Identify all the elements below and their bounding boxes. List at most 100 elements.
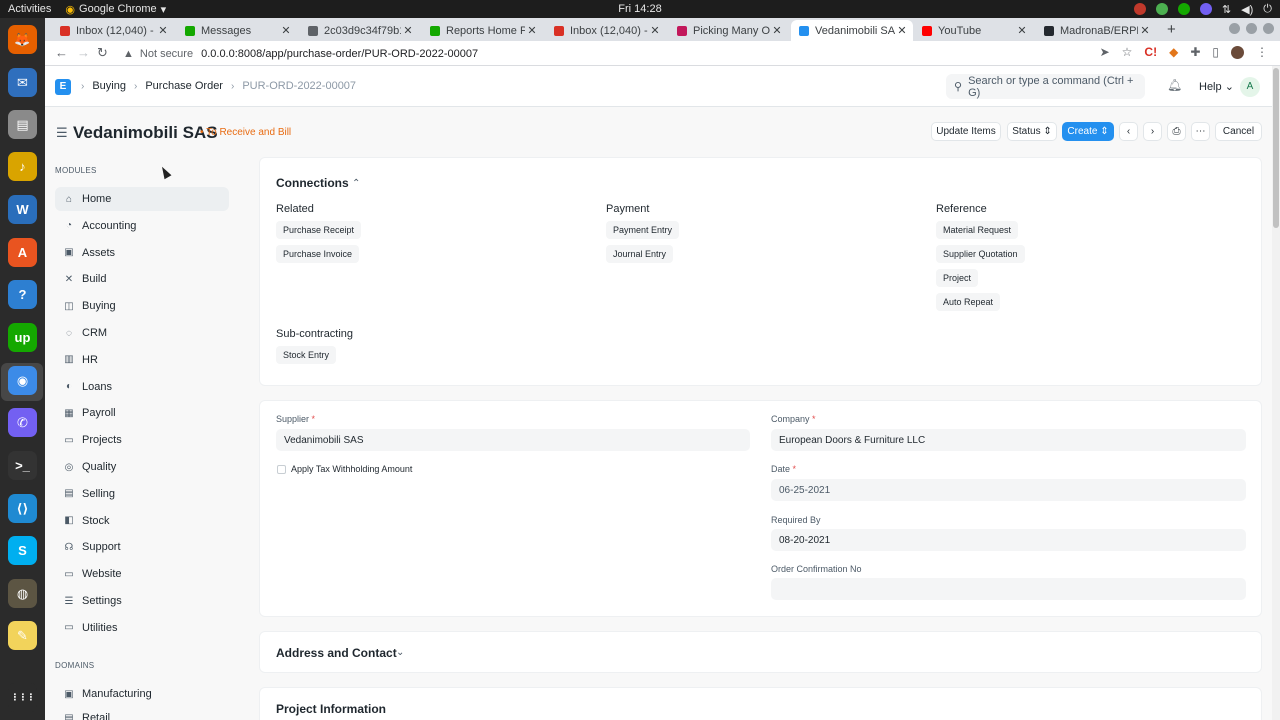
metamask-icon[interactable]: ◆: [1169, 45, 1178, 59]
tab-close-icon[interactable]: ✕: [1138, 24, 1152, 37]
warning-icon[interactable]: ▲: [123, 48, 134, 60]
browser-tab[interactable]: Inbox (12,040) - ca✕: [52, 20, 174, 41]
chevron-up-icon[interactable]: ⌃: [352, 178, 360, 189]
supplier-field[interactable]: Vedanimobili SAS: [276, 429, 750, 451]
sidebar-item-assets[interactable]: ▣ Assets: [55, 241, 229, 265]
awesomebar-search[interactable]: ⚲ Search or type a command (Ctrl + G): [946, 74, 1145, 99]
volume-icon[interactable]: ◀): [1241, 3, 1253, 16]
tab-close-icon[interactable]: ✕: [279, 24, 293, 37]
rhythmbox-icon[interactable]: ♪: [8, 152, 37, 181]
browser-tab[interactable]: Inbox (12,040) - ca✕: [546, 20, 666, 41]
not-secure-label[interactable]: Not secure: [140, 48, 193, 60]
connection-link[interactable]: Project: [936, 269, 979, 287]
extension-c-icon[interactable]: C!: [1144, 45, 1157, 59]
viber-icon[interactable]: ✆: [8, 408, 37, 437]
clock[interactable]: Fri 14:28: [618, 3, 661, 15]
power-icon[interactable]: ⏻: [1263, 3, 1272, 16]
text-editor-icon[interactable]: ✎: [8, 621, 37, 650]
sidebar-item-support[interactable]: ☊ Support: [55, 535, 229, 559]
help-icon[interactable]: ?: [8, 280, 37, 309]
sidebar-item-home[interactable]: ⌂ Home: [55, 187, 229, 211]
breadcrumb-current[interactable]: PUR-ORD-2022-00007: [242, 80, 356, 92]
user-avatar[interactable]: A: [1240, 77, 1260, 97]
send-icon[interactable]: ➤: [1100, 45, 1110, 59]
connection-link[interactable]: Journal Entry: [606, 245, 674, 263]
connection-link[interactable]: Auto Repeat: [936, 293, 1001, 311]
close-window-icon[interactable]: [1263, 23, 1274, 34]
project-information-title[interactable]: Project Information: [276, 702, 386, 716]
tab-close-icon[interactable]: ✕: [401, 24, 415, 37]
sidebar-item-projects[interactable]: ▭ Projects: [55, 428, 229, 452]
connection-link[interactable]: Purchase Invoice: [276, 245, 360, 263]
sidebar-item-loans[interactable]: ◐ Loans: [55, 375, 229, 399]
side-panel-icon[interactable]: ▯: [1212, 45, 1219, 59]
address-contact-title[interactable]: Address and Contact: [276, 646, 397, 660]
tab-close-icon[interactable]: ✕: [895, 24, 909, 37]
minimize-icon[interactable]: [1229, 23, 1240, 34]
activities-button[interactable]: Activities: [8, 3, 51, 15]
connection-link[interactable]: Purchase Receipt: [276, 221, 362, 239]
new-tab-button[interactable]: +: [1167, 21, 1176, 38]
browser-tab[interactable]: Picking Many Ord✕: [669, 20, 788, 41]
back-icon[interactable]: ←: [55, 45, 68, 60]
required-by-field[interactable]: 08-20-2021: [771, 529, 1246, 551]
connection-link[interactable]: Material Request: [936, 221, 1019, 239]
project-information-section[interactable]: Project Information: [259, 687, 1262, 720]
connection-link[interactable]: Stock Entry: [276, 346, 337, 364]
apply-tax-label[interactable]: Apply Tax Withholding Amount: [291, 464, 412, 474]
sidebar-item-crm[interactable]: ◌ CRM: [55, 321, 229, 345]
gimp-icon[interactable]: ◍: [8, 579, 37, 608]
software-center-icon[interactable]: A: [8, 238, 37, 267]
forward-icon[interactable]: →: [77, 45, 90, 60]
tab-close-icon[interactable]: ✕: [648, 24, 662, 37]
help-dropdown[interactable]: Help ⌄: [1199, 80, 1234, 93]
browser-tab[interactable]: Vedanimobili SAS ✕: [791, 20, 913, 41]
connection-link[interactable]: Supplier Quotation: [936, 245, 1025, 263]
status-dropdown-button[interactable]: Status ⇕: [1007, 122, 1057, 141]
update-items-button[interactable]: Update Items: [931, 122, 1001, 141]
sidebar-domain-retail[interactable]: ▤ Retail: [55, 706, 229, 720]
breadcrumb-buying[interactable]: Buying: [92, 80, 126, 92]
network-icon[interactable]: ⇅: [1222, 3, 1231, 16]
apply-tax-checkbox[interactable]: [277, 465, 286, 474]
sidebar-item-utilities[interactable]: ▭ Utilities: [55, 616, 229, 640]
profile-avatar-icon[interactable]: [1231, 45, 1244, 59]
connection-link[interactable]: Payment Entry: [606, 221, 680, 239]
sidebar-item-stock[interactable]: ◧ Stock: [55, 509, 229, 533]
company-field[interactable]: European Doors & Furniture LLC: [771, 429, 1246, 451]
skype-icon[interactable]: S: [8, 536, 37, 565]
libreoffice-writer-icon[interactable]: W: [8, 195, 37, 224]
tab-close-icon[interactable]: ✕: [770, 24, 784, 37]
omnibox[interactable]: ▲ Not secure 0.0.0.0:8008/app/purchase-o…: [115, 43, 1145, 64]
sidebar-item-website[interactable]: ▭ Website: [55, 562, 229, 586]
sidebar-item-quality[interactable]: ◎ Quality: [55, 455, 229, 479]
bookmark-star-icon[interactable]: ☆: [1122, 45, 1133, 59]
app-menu[interactable]: ◉ Google Chrome ▾: [65, 3, 166, 16]
tab-close-icon[interactable]: ✕: [156, 24, 170, 37]
previous-doc-button[interactable]: ‹: [1119, 122, 1138, 141]
sidebar-item-settings[interactable]: ☰ Settings: [55, 589, 229, 613]
tab-close-icon[interactable]: ✕: [1015, 24, 1029, 37]
thunderbird-icon[interactable]: ✉: [8, 68, 37, 97]
reload-icon[interactable]: ↻: [97, 45, 108, 61]
upwork-icon[interactable]: up: [8, 323, 37, 352]
date-field[interactable]: 06-25-2021: [771, 479, 1246, 501]
tray-check-icon[interactable]: [1155, 3, 1168, 15]
tab-close-icon[interactable]: ✕: [525, 24, 539, 37]
print-button[interactable]: ⎙: [1167, 122, 1186, 141]
chrome-menu-icon[interactable]: ⋮: [1256, 45, 1268, 59]
next-doc-button[interactable]: ›: [1143, 122, 1162, 141]
sidebar-item-accounting[interactable]: ◔ Accounting: [55, 214, 229, 238]
browser-tab[interactable]: Messages ✕: [177, 20, 297, 41]
terminal-icon[interactable]: >_: [8, 451, 37, 480]
firefox-icon[interactable]: 🦊: [8, 25, 37, 54]
maximize-icon[interactable]: [1246, 23, 1257, 34]
browser-tab[interactable]: MadronaB/ERPN ✕: [1036, 20, 1156, 41]
sidebar-item-build[interactable]: ✕ Build: [55, 267, 229, 291]
sidebar-item-selling[interactable]: ▤ Selling: [55, 482, 229, 506]
sidebar-item-payroll[interactable]: ▦ Payroll: [55, 401, 229, 425]
chrome-icon[interactable]: ◉: [8, 366, 37, 395]
more-menu-button[interactable]: ⋯: [1191, 122, 1210, 141]
chevron-down-icon[interactable]: ⌄: [396, 647, 404, 658]
browser-tab[interactable]: 2c03d9c34f79b10✕: [300, 20, 419, 41]
